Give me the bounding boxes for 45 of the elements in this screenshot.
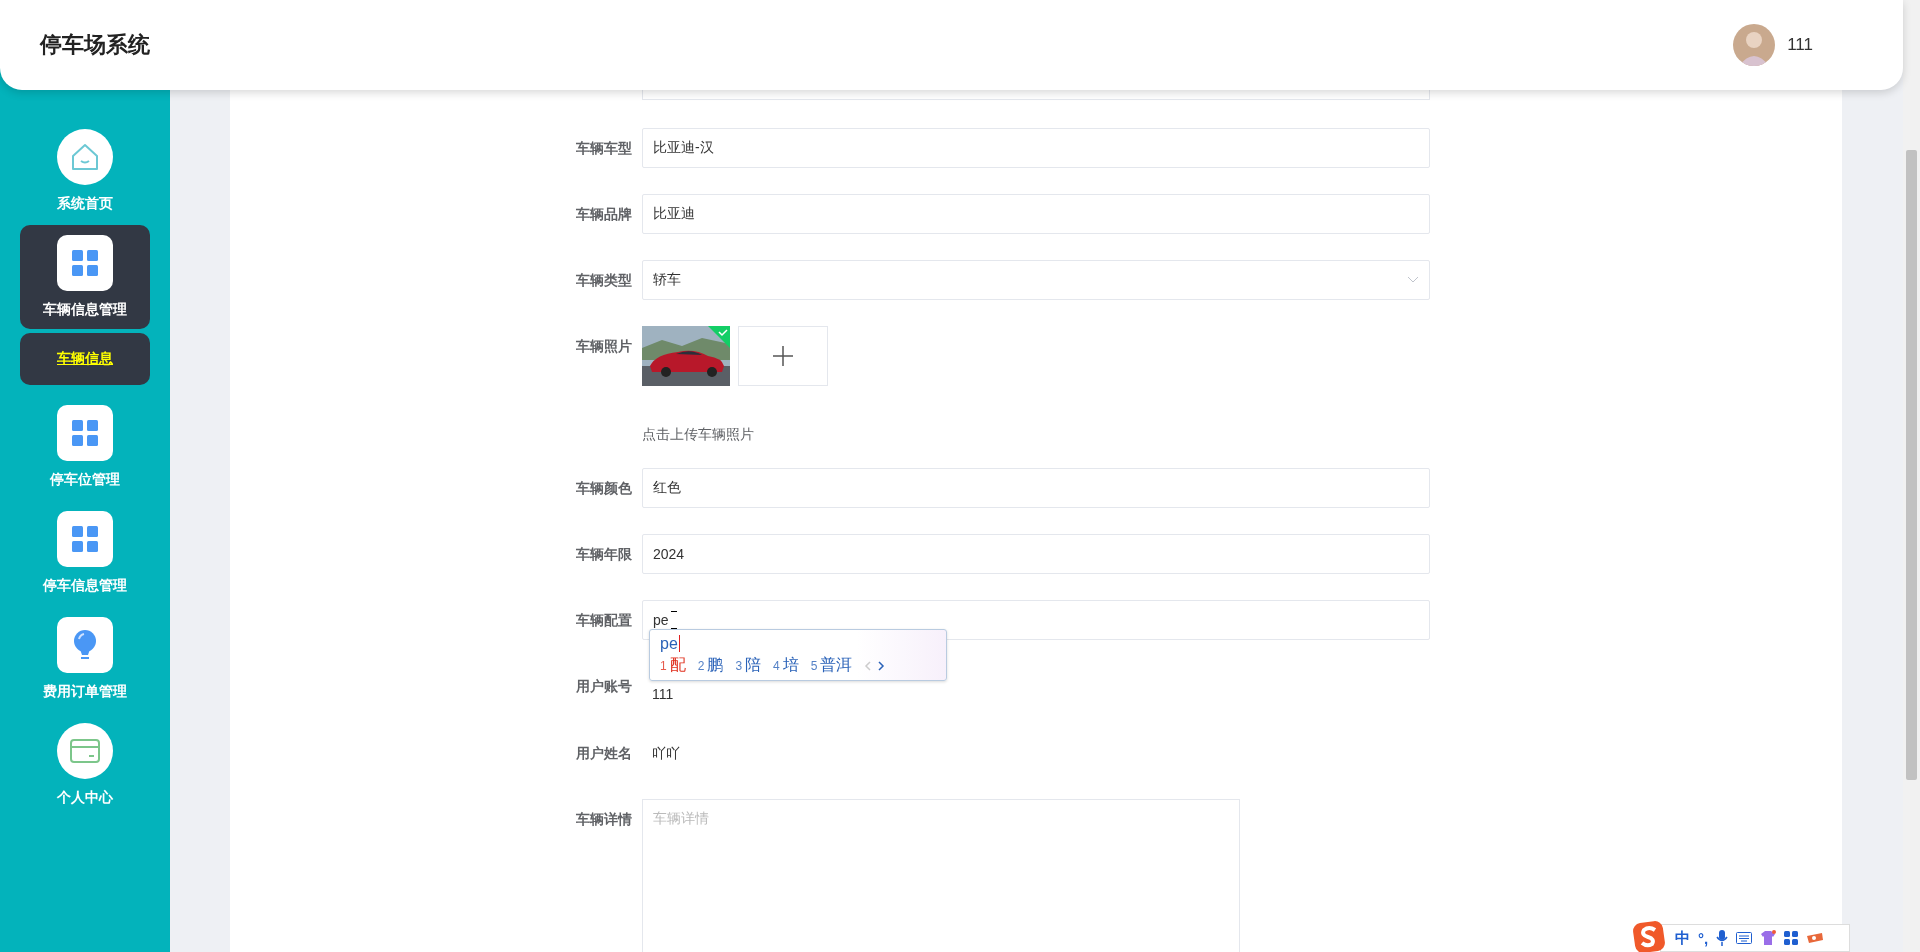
- house-icon: [69, 141, 101, 173]
- field-label: 车辆照片: [575, 337, 633, 356]
- user-name: 111: [1787, 35, 1813, 55]
- field-label: 车辆品牌: [575, 205, 633, 224]
- field-label: 车辆颜色: [575, 479, 633, 498]
- microphone-icon[interactable]: [1716, 930, 1729, 946]
- grid-icon: [72, 420, 98, 446]
- chevron-down-icon: [1407, 276, 1419, 284]
- ime-composition: pe: [660, 635, 680, 652]
- avatar[interactable]: [1733, 24, 1776, 66]
- submenu-link[interactable]: 车辆信息: [57, 350, 113, 368]
- input-mode[interactable]: 中: [1675, 928, 1690, 948]
- input-field[interactable]: 比亚迪-汉: [642, 128, 1430, 168]
- field-value: 吖吖: [651, 744, 680, 763]
- ime-candidate[interactable]: 3 陪: [735, 655, 762, 676]
- sidebar-item[interactable]: 车辆信息管理: [20, 225, 150, 329]
- grid-icon: [72, 526, 98, 552]
- field-label: 车辆类型: [575, 271, 633, 290]
- card-icon: [70, 739, 100, 763]
- field-label: 车辆详情: [575, 810, 633, 829]
- field-label: 用户账号: [575, 677, 633, 696]
- input-field[interactable]: 比亚迪: [642, 194, 1430, 234]
- ime-candidate[interactable]: 4 培: [773, 655, 799, 676]
- plus-icon: [773, 346, 793, 366]
- field-label: 车辆车型: [575, 139, 633, 158]
- sogou-logo-icon[interactable]: [1632, 920, 1666, 952]
- input-field[interactable]: 2024: [642, 534, 1430, 574]
- apps-icon[interactable]: [1784, 931, 1799, 945]
- grid-icon: [72, 250, 98, 276]
- field-label: 车辆年限: [575, 545, 633, 564]
- select-field[interactable]: 轿车: [642, 260, 1430, 300]
- field-value: 111: [651, 685, 674, 704]
- ime-candidate[interactable]: 5 普洱: [810, 655, 853, 676]
- input-field[interactable]: [642, 90, 1430, 100]
- upload-hint: 点击上传车辆照片: [642, 425, 755, 444]
- field-label: 用户姓名: [575, 744, 633, 763]
- lightbulb-icon: [72, 629, 98, 661]
- app-title: 停车场系统: [40, 31, 150, 59]
- ime-candidate[interactable]: 1 配: [660, 655, 686, 676]
- keyboard-icon[interactable]: [1736, 932, 1753, 944]
- field-label: 车辆配置: [575, 611, 633, 630]
- input-field[interactable]: 红色: [642, 468, 1430, 508]
- ime-candidate[interactable]: 2 鹏: [697, 655, 724, 676]
- punctuation-mode[interactable]: °,: [1698, 929, 1709, 947]
- shirt-icon[interactable]: [1760, 930, 1777, 946]
